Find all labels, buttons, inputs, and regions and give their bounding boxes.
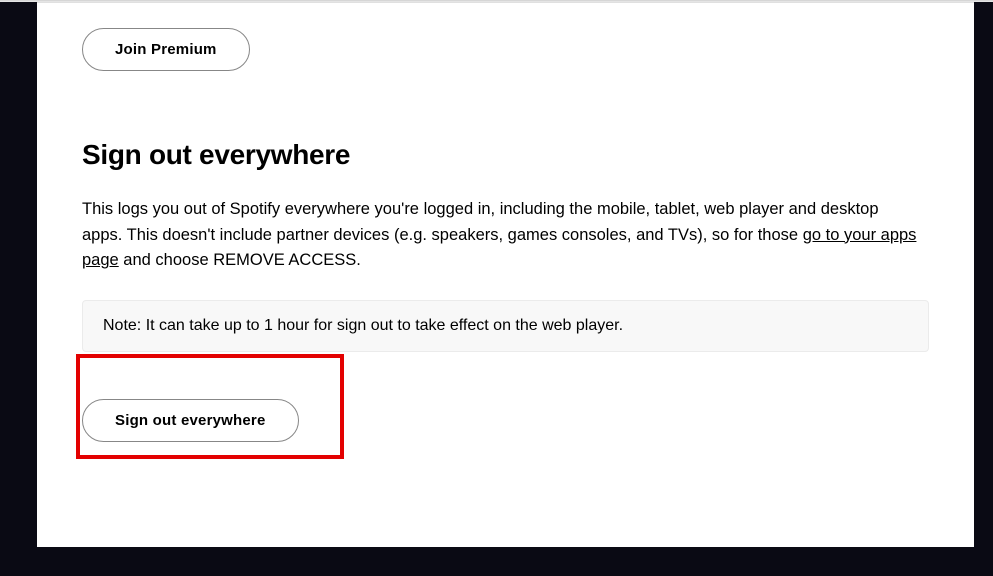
join-premium-button[interactable]: Join Premium [82, 28, 250, 71]
sign-out-description: This logs you out of Spotify everywhere … [82, 197, 922, 274]
desc-text-1: This logs you out of Spotify everywhere … [82, 200, 879, 244]
note-box: Note: It can take up to 1 hour for sign … [82, 300, 929, 352]
desc-text-2: and choose REMOVE ACCESS. [119, 251, 361, 269]
content-panel: Join Premium Sign out everywhere This lo… [37, 2, 974, 547]
sign-out-heading: Sign out everywhere [82, 139, 929, 171]
sign-out-everywhere-button[interactable]: Sign out everywhere [82, 399, 299, 442]
